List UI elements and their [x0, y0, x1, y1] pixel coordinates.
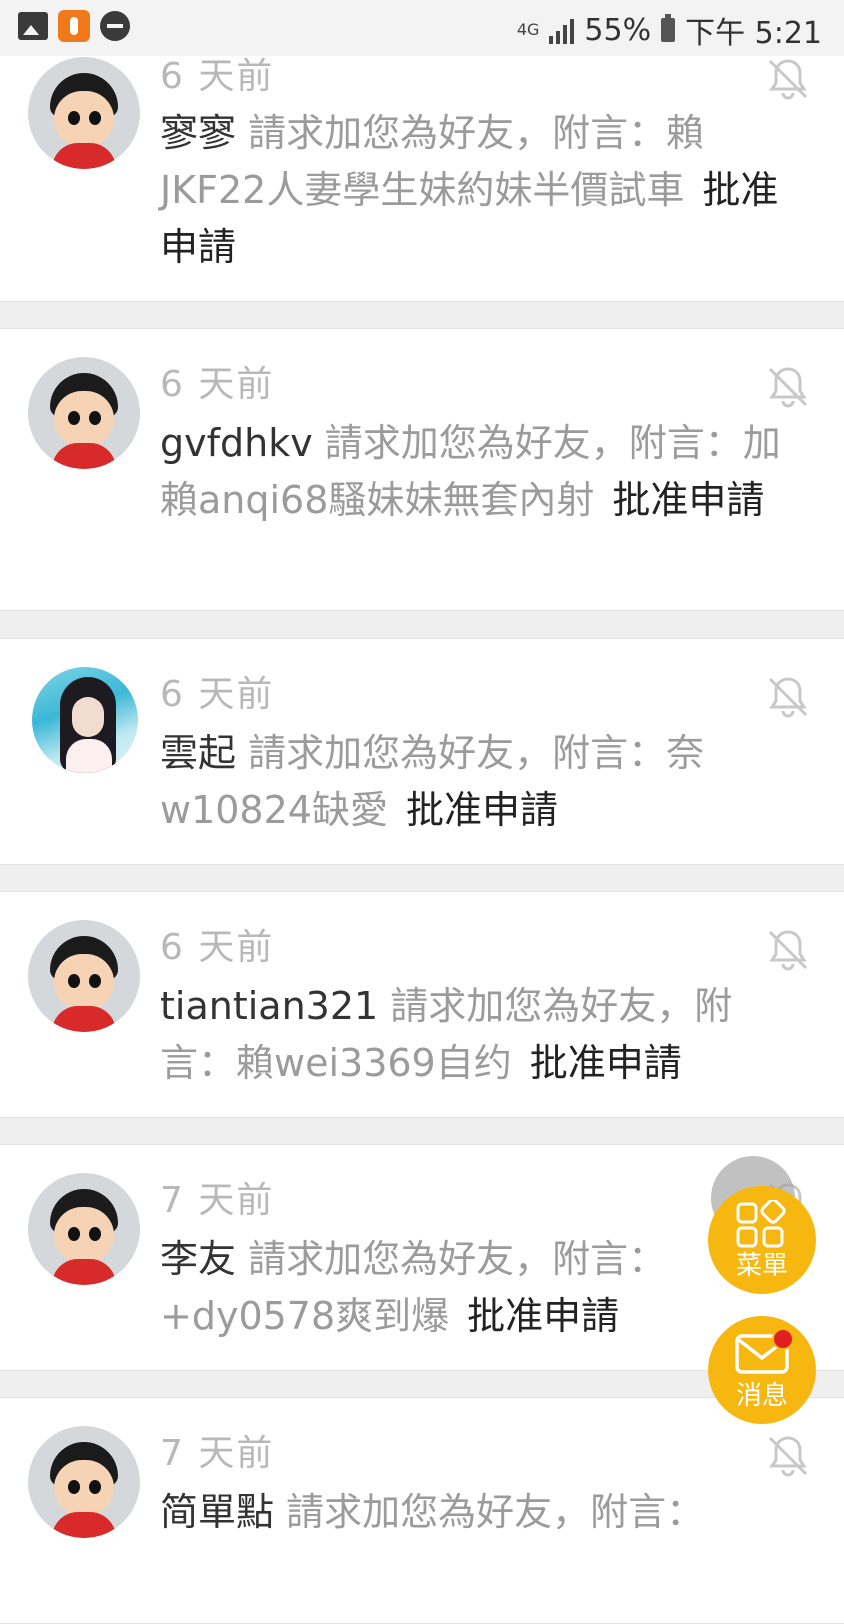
battery-percent: 55%: [584, 12, 652, 48]
message-button[interactable]: 消息: [708, 1316, 816, 1424]
approve-request-link[interactable]: 批准申請: [612, 478, 764, 522]
avatar[interactable]: [28, 57, 140, 169]
notification-message: gvfdhkv 請求加您為好友，附言：加賴anqi68騷妹妹無套內射 批准申請: [160, 415, 800, 529]
avatar[interactable]: [28, 1426, 140, 1538]
gallery-icon: [18, 12, 48, 40]
avatar[interactable]: [28, 920, 140, 1032]
notification-message: 简單點 請求加您為好友，附言：: [160, 1484, 800, 1541]
sender-name[interactable]: 简單點: [160, 1490, 274, 1534]
status-left-icons: [18, 10, 130, 42]
sender-name[interactable]: tiantian321: [160, 984, 378, 1028]
notification-card[interactable]: 6 天前 寥寥 請求加您為好友，附言：賴JKF22人妻學生妹約妹半價試車 批准申請: [0, 20, 844, 302]
menu-grid-icon: [736, 1200, 786, 1248]
status-bar: 4G 55% 下午 5:21: [0, 0, 844, 56]
approve-request-link[interactable]: 批准申請: [406, 788, 558, 832]
sender-name[interactable]: 李友: [160, 1237, 236, 1281]
notification-time: 7 天前: [160, 1433, 275, 1474]
notification-message: 寥寥 請求加您為好友，附言：賴JKF22人妻學生妹約妹半價試車 批准申請: [160, 105, 800, 276]
approve-request-link[interactable]: 批准申請: [530, 1041, 682, 1085]
menu-label: 菜單: [735, 1251, 788, 1281]
sender-name[interactable]: gvfdhkv: [160, 421, 313, 465]
notification-message: tiantian321 請求加您為好友，附言：賴wei3369自约 批准申請: [160, 978, 800, 1092]
sender-name[interactable]: 雲起: [160, 731, 236, 775]
notification-message: 李友 請求加您為好友，附言：+dy0578爽到爆 批准申請: [160, 1231, 800, 1345]
avatar[interactable]: [28, 357, 140, 469]
do-not-disturb-icon: [100, 11, 130, 41]
notification-card[interactable]: 6 天前 tiantian321 請求加您為好友，附言：賴wei3369自约 批准…: [0, 891, 844, 1118]
status-right: 4G 55% 下午 5:21: [517, 8, 822, 52]
unread-badge: [772, 1328, 794, 1350]
battery-icon: [661, 14, 676, 42]
network-type-label: 4G: [516, 20, 540, 39]
menu-button[interactable]: 菜單: [708, 1186, 816, 1294]
notification-time: 6 天前: [160, 56, 275, 97]
message-label: 消息: [735, 1381, 788, 1411]
notification-message: 雲起 請求加您為好友，附言：奈w10824缺愛 批准申請: [160, 725, 800, 839]
request-text: 請求加您為好友，附言：: [286, 1490, 705, 1534]
bell-off-icon[interactable]: [764, 363, 812, 411]
bell-off-icon[interactable]: [764, 673, 812, 721]
notification-time: 7 天前: [160, 1180, 275, 1221]
notification-card[interactable]: 7 天前 简單點 請求加您為好友，附言：: [0, 1397, 844, 1624]
sender-name[interactable]: 寥寥: [160, 111, 236, 155]
request-text: 請求加您為好友，附言：賴JKF22人妻學生妹約妹半價試車: [160, 111, 705, 212]
notification-card[interactable]: 6 天前 gvfdhkv 請求加您為好友，附言：加賴anqi68騷妹妹無套內射批…: [0, 328, 844, 611]
avatar[interactable]: [32, 667, 138, 773]
notification-time: 6 天前: [160, 364, 275, 405]
signal-icon: [549, 16, 575, 44]
notification-time: 6 天前: [160, 674, 275, 715]
bell-off-icon[interactable]: [764, 926, 812, 974]
notification-card[interactable]: 6 天前 雲起 請求加您為好友，附言：奈w10824缺愛 批准申請: [0, 638, 844, 865]
bell-off-icon[interactable]: [764, 1432, 812, 1480]
recorder-icon: [58, 10, 90, 42]
clock: 下午 5:21: [685, 16, 822, 51]
approve-request-link[interactable]: 批准申請: [467, 1294, 619, 1338]
bell-off-icon[interactable]: [764, 55, 812, 103]
avatar[interactable]: [28, 1173, 140, 1285]
notification-time: 6 天前: [160, 927, 275, 968]
